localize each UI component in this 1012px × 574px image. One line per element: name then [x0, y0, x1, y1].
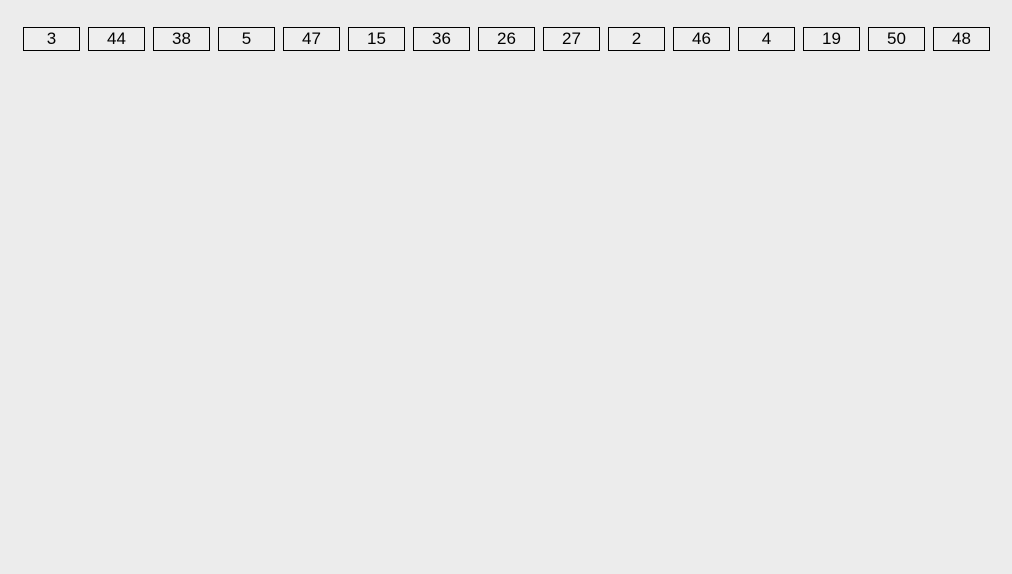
number-box: 5	[218, 27, 275, 51]
number-box: 3	[23, 27, 80, 51]
number-box: 38	[153, 27, 210, 51]
number-box: 44	[88, 27, 145, 51]
number-value: 19	[822, 29, 841, 49]
number-value: 46	[692, 29, 711, 49]
number-box: 48	[933, 27, 990, 51]
number-value: 15	[367, 29, 386, 49]
number-value: 2	[632, 29, 641, 49]
number-box: 47	[283, 27, 340, 51]
number-box: 50	[868, 27, 925, 51]
number-value: 36	[432, 29, 451, 49]
number-value: 27	[562, 29, 581, 49]
number-value: 47	[302, 29, 321, 49]
number-value: 48	[952, 29, 971, 49]
number-box: 19	[803, 27, 860, 51]
number-box: 36	[413, 27, 470, 51]
number-value: 50	[887, 29, 906, 49]
number-box: 26	[478, 27, 535, 51]
number-box: 27	[543, 27, 600, 51]
number-value: 5	[242, 29, 251, 49]
number-value: 3	[47, 29, 56, 49]
number-value: 44	[107, 29, 126, 49]
number-box: 2	[608, 27, 665, 51]
number-box: 4	[738, 27, 795, 51]
number-value: 38	[172, 29, 191, 49]
number-value: 4	[762, 29, 771, 49]
number-row: 3 44 38 5 47 15 36 26 27 2 46 4 19 50 48	[0, 0, 1012, 78]
number-value: 26	[497, 29, 516, 49]
number-box: 15	[348, 27, 405, 51]
number-box: 46	[673, 27, 730, 51]
